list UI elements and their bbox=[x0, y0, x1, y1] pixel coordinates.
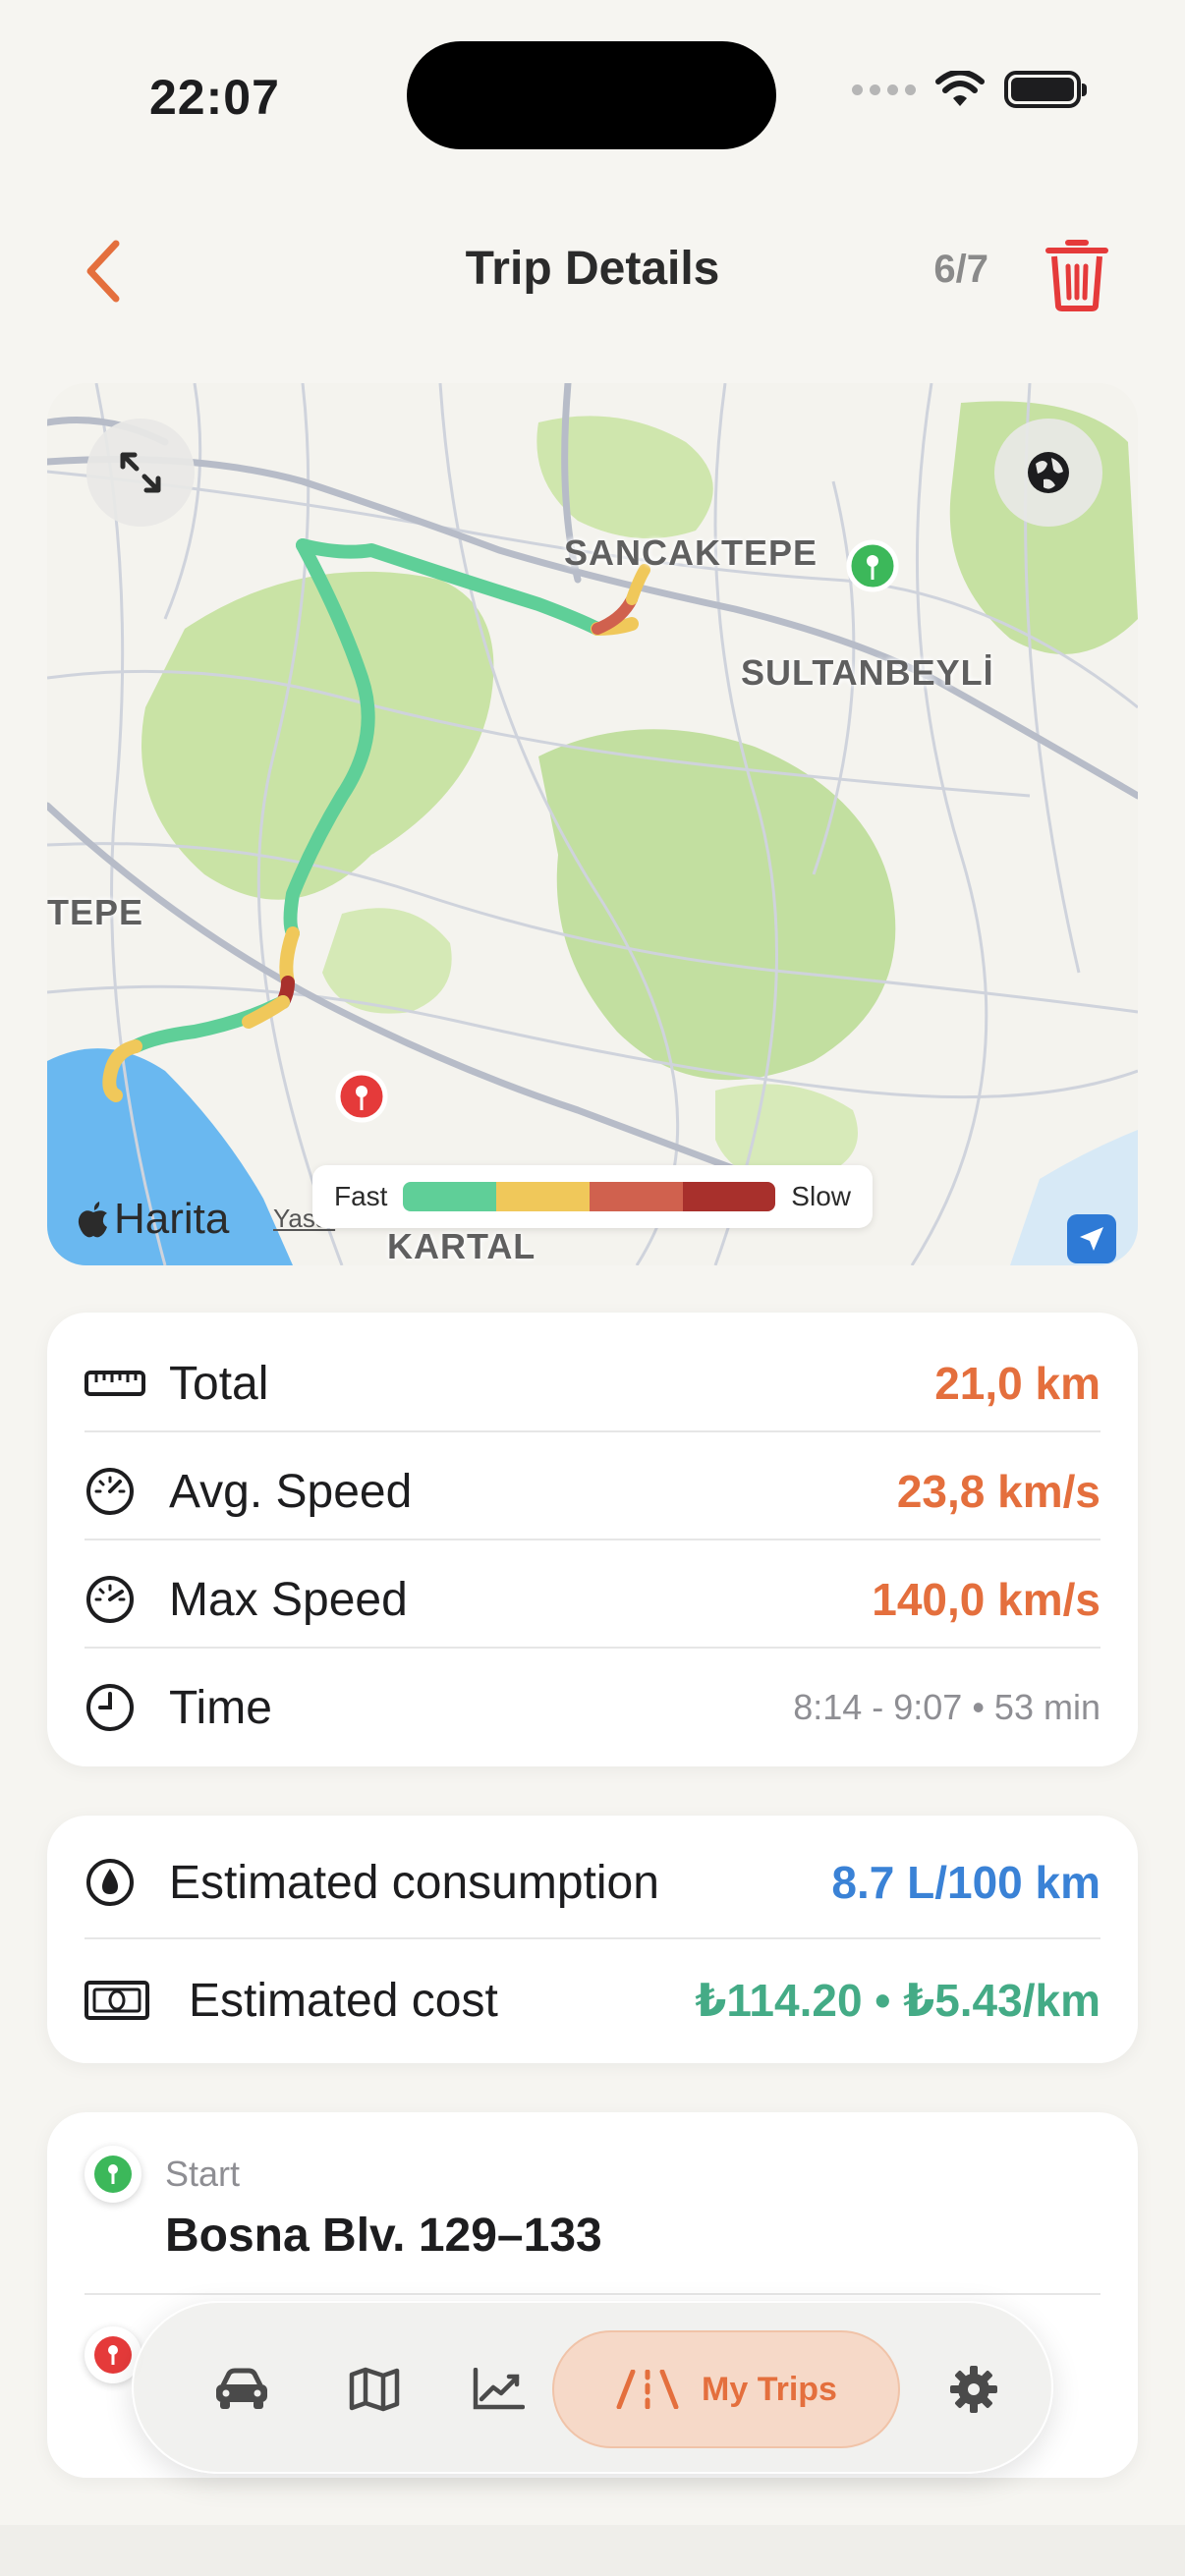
map-label-sancaktepe: SANCAKTEPE bbox=[564, 532, 818, 573]
total-label: Total bbox=[169, 1357, 269, 1410]
divider bbox=[85, 1430, 1100, 1432]
globe-icon bbox=[1028, 452, 1069, 493]
tab-bar: My Trips bbox=[132, 2301, 1053, 2474]
time-value: 8:14 - 9:07 • 53 min bbox=[793, 1687, 1100, 1727]
status-time: 22:07 bbox=[149, 70, 280, 125]
divider bbox=[85, 1539, 1100, 1540]
speedometer-max-icon bbox=[85, 1567, 149, 1632]
expand-map-button[interactable] bbox=[86, 419, 195, 527]
cost-value: ₺114.20 • ₺5.43/km bbox=[695, 1975, 1100, 2026]
cost-label: Estimated cost bbox=[189, 1974, 498, 2027]
expand-icon bbox=[120, 452, 161, 493]
tab-my-trips[interactable]: My Trips bbox=[552, 2330, 900, 2448]
map-canvas bbox=[47, 383, 1138, 1265]
airplane-icon bbox=[1080, 1227, 1103, 1251]
map-attribution-text: Harita bbox=[114, 1195, 230, 1243]
tab-settings[interactable] bbox=[920, 2330, 1028, 2448]
map-icon bbox=[349, 2367, 400, 2412]
clock-icon bbox=[85, 1675, 149, 1740]
wifi-icon bbox=[935, 71, 985, 106]
end-pin-marker bbox=[335, 1070, 388, 1123]
page-title: Trip Details bbox=[465, 243, 720, 295]
start-address: Bosna Blv. 129–133 bbox=[165, 2210, 602, 2262]
map-label-tepe: TEPE bbox=[47, 892, 144, 932]
map-label-kartal: KARTAL bbox=[387, 1226, 536, 1265]
tab-map[interactable] bbox=[320, 2330, 428, 2448]
divider bbox=[85, 2293, 1100, 2295]
divider bbox=[85, 1647, 1100, 1649]
legend-slow-label: Slow bbox=[791, 1181, 851, 1211]
status-icons bbox=[852, 71, 1087, 108]
chart-line-icon bbox=[473, 2368, 525, 2410]
time-label: Time bbox=[169, 1681, 272, 1734]
divider bbox=[85, 1937, 1100, 1939]
car-icon bbox=[216, 2368, 267, 2409]
avg-speed-label: Avg. Speed bbox=[169, 1465, 413, 1518]
ruler-icon bbox=[85, 1351, 149, 1416]
speedometer-icon bbox=[85, 1459, 149, 1524]
apple-icon bbox=[78, 1202, 107, 1238]
route-map[interactable]: SANCAKTEPE SULTANBEYLİ TEPE KARTAL Harit… bbox=[47, 383, 1138, 1265]
start-caption: Start bbox=[165, 2154, 241, 2194]
consumption-value: 8.7 L/100 km bbox=[831, 1857, 1100, 1908]
battery-icon bbox=[1004, 71, 1087, 108]
cellular-signal-icon bbox=[852, 84, 916, 95]
start-pin-icon bbox=[85, 2146, 141, 2203]
map-label-sultanbeyli: SULTANBEYLİ bbox=[741, 652, 994, 693]
gear-icon bbox=[950, 2366, 997, 2413]
map-style-button[interactable] bbox=[994, 419, 1102, 527]
tab-my-trips-label: My Trips bbox=[702, 2370, 837, 2408]
avg-speed-value: 23,8 km/s bbox=[896, 1466, 1100, 1517]
fuel-drop-icon bbox=[85, 1850, 149, 1915]
cost-row: Estimated cost ₺114.20 • ₺5.43/km bbox=[85, 1961, 1100, 2040]
trip-counter: 6/7 bbox=[933, 248, 988, 291]
map-attribution: Harita bbox=[77, 1195, 229, 1244]
bottom-edge bbox=[0, 2525, 1185, 2576]
flyover-button[interactable] bbox=[1067, 1214, 1116, 1263]
consumption-label: Estimated consumption bbox=[169, 1856, 659, 1909]
tab-statistics[interactable] bbox=[444, 2330, 552, 2448]
road-icon bbox=[616, 2370, 679, 2409]
trip-stats-card: Total 21,0 km Avg. Speed 23,8 km/s Max S… bbox=[47, 1313, 1138, 1766]
stat-row-avg-speed: Avg. Speed 23,8 km/s bbox=[85, 1452, 1100, 1531]
dynamic-island bbox=[407, 41, 776, 149]
delete-button[interactable] bbox=[1040, 232, 1114, 316]
stat-row-total: Total 21,0 km bbox=[85, 1344, 1100, 1423]
max-speed-value: 140,0 km/s bbox=[872, 1574, 1100, 1625]
speed-legend: Fast Slow bbox=[312, 1165, 873, 1228]
stat-row-time: Time 8:14 - 9:07 • 53 min bbox=[85, 1668, 1100, 1747]
tab-vehicle[interactable] bbox=[183, 2330, 301, 2448]
consumption-row: Estimated consumption 8.7 L/100 km bbox=[85, 1843, 1100, 1922]
legend-color-bar bbox=[403, 1182, 776, 1211]
start-pin-marker bbox=[846, 539, 899, 592]
banknote-icon bbox=[85, 1968, 169, 2033]
max-speed-label: Max Speed bbox=[169, 1573, 408, 1626]
consumption-card: Estimated consumption 8.7 L/100 km Estim… bbox=[47, 1816, 1138, 2063]
stat-row-max-speed: Max Speed 140,0 km/s bbox=[85, 1560, 1100, 1639]
trash-icon bbox=[1045, 240, 1108, 311]
legend-fast-label: Fast bbox=[334, 1181, 388, 1211]
total-value: 21,0 km bbox=[934, 1358, 1100, 1409]
